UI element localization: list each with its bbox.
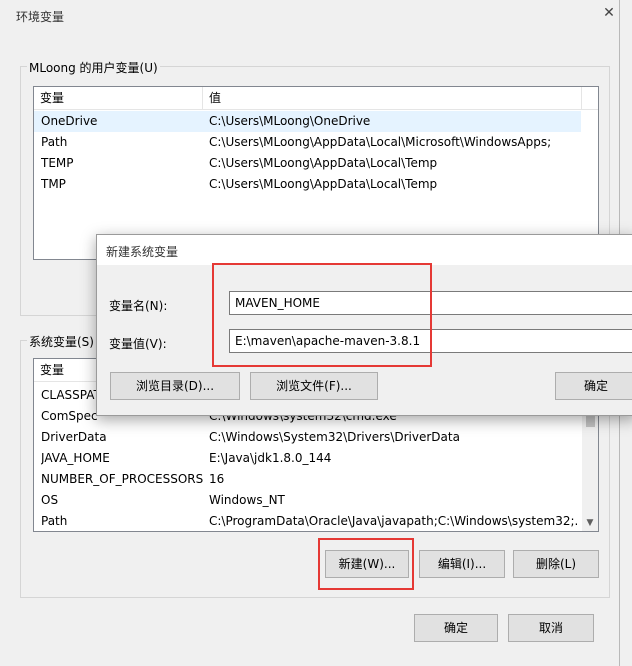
variable-value: C:\Windows\System32\Drivers\DriverData — [209, 430, 460, 444]
table-row[interactable]: Path C:\ProgramData\Oracle\Java\javapath… — [34, 511, 581, 531]
highlight-box-new-button — [318, 538, 414, 590]
column-header-value[interactable]: 值 — [203, 87, 581, 110]
variable-name-label: 变量名(N): — [109, 299, 168, 313]
variable-name: DriverData — [41, 430, 107, 444]
main-cancel-button[interactable]: 取消 — [508, 614, 594, 642]
table-row[interactable]: NUMBER_OF_PROCESSORS 16 — [34, 469, 581, 490]
variable-name: Path — [41, 514, 68, 528]
variable-value: C:\Users\MLoong\AppData\Local\Temp — [209, 156, 438, 170]
dialog-title-bar[interactable]: 新建系统变量 — [97, 235, 632, 265]
table-row[interactable]: TMP C:\Users\MLoong\AppData\Local\Temp — [34, 174, 581, 195]
variable-name: OneDrive — [41, 114, 98, 128]
table-row[interactable]: JAVA_HOME E:\Java\jdk1.8.0_144 — [34, 448, 581, 469]
window-title: 环境变量 — [16, 10, 65, 24]
variable-value: 16 — [209, 472, 225, 486]
highlight-box-inputs — [212, 263, 432, 367]
variable-value: C:\ProgramData\Oracle\Java\javapath;C:\W… — [209, 514, 577, 528]
dialog-ok-button[interactable]: 确定 — [555, 372, 632, 400]
variable-name: JAVA_HOME — [41, 451, 110, 465]
user-variables-label: MLoong 的用户变量(U) — [27, 59, 160, 76]
variable-name: Path — [41, 135, 68, 149]
browse-directory-button[interactable]: 浏览目录(D)... — [110, 372, 240, 400]
delete-variable-button[interactable]: 删除(L) — [513, 550, 599, 578]
variable-value: C:\Users\MLoong\AppData\Local\Temp — [209, 177, 438, 191]
variable-value: C:\Users\MLoong\OneDrive — [209, 114, 371, 128]
column-header-variable[interactable]: 变量 — [34, 87, 202, 110]
main-ok-button[interactable]: 确定 — [414, 614, 498, 642]
variable-value: Windows_NT — [209, 493, 285, 507]
edit-variable-button[interactable]: 编辑(I)... — [419, 550, 505, 578]
table-row[interactable]: TEMP C:\Users\MLoong\AppData\Local\Temp — [34, 153, 581, 174]
table-row[interactable]: OS Windows_NT — [34, 490, 581, 511]
new-system-variable-dialog: 新建系统变量 变量名(N): MAVEN_HOME 变量值(V): E:\mav… — [96, 234, 632, 416]
user-list-header: 变量 值 — [34, 87, 598, 110]
variable-name: TEMP — [41, 156, 74, 170]
system-variables-label: 系统变量(S) — [27, 333, 96, 350]
close-icon[interactable]: ✕ — [601, 5, 617, 21]
variable-name: OS — [41, 493, 59, 507]
table-row[interactable]: DriverData C:\Windows\System32\Drivers\D… — [34, 427, 581, 448]
variable-name: NUMBER_OF_PROCESSORS — [41, 472, 204, 486]
column-separator[interactable] — [581, 87, 582, 110]
table-row[interactable]: OneDrive C:\Users\MLoong\OneDrive — [34, 111, 581, 132]
variable-value: C:\Users\MLoong\AppData\Local\Microsoft\… — [209, 135, 552, 149]
variable-value: E:\Java\jdk1.8.0_144 — [209, 451, 332, 465]
variable-value-label: 变量值(V): — [109, 337, 167, 351]
dialog-title: 新建系统变量 — [106, 245, 179, 259]
variable-name: TMP — [41, 177, 66, 191]
table-row[interactable]: Path C:\Users\MLoong\AppData\Local\Micro… — [34, 132, 581, 153]
scroll-down-icon[interactable]: ▼ — [582, 515, 598, 531]
browse-file-button[interactable]: 浏览文件(F)... — [250, 372, 378, 400]
